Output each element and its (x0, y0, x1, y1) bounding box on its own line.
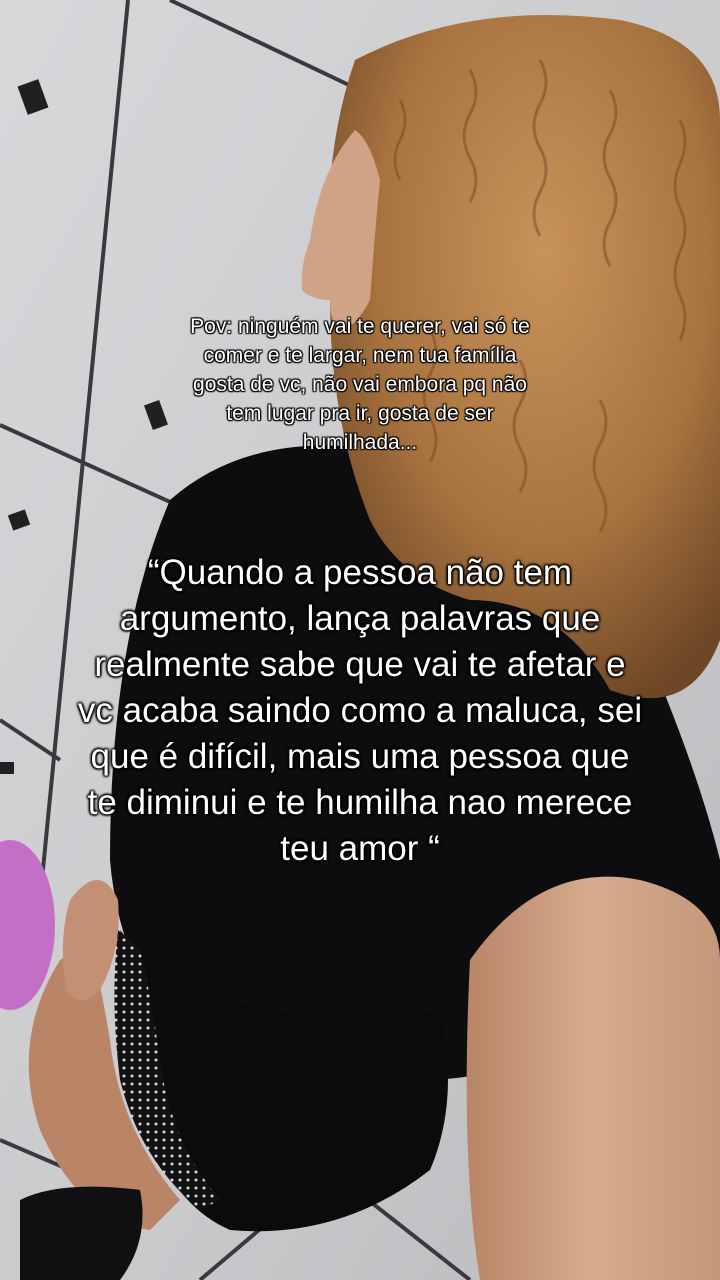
quote-caption: “Quando a pessoa não tem argumento, lanç… (77, 553, 643, 868)
black-sandal (20, 1186, 143, 1280)
photo-frame: Pov: ninguém vai te querer, vai só te co… (0, 0, 720, 1280)
foreground-arm (466, 876, 720, 1280)
pov-caption: Pov: ninguém vai te querer, vai só te co… (190, 315, 530, 454)
